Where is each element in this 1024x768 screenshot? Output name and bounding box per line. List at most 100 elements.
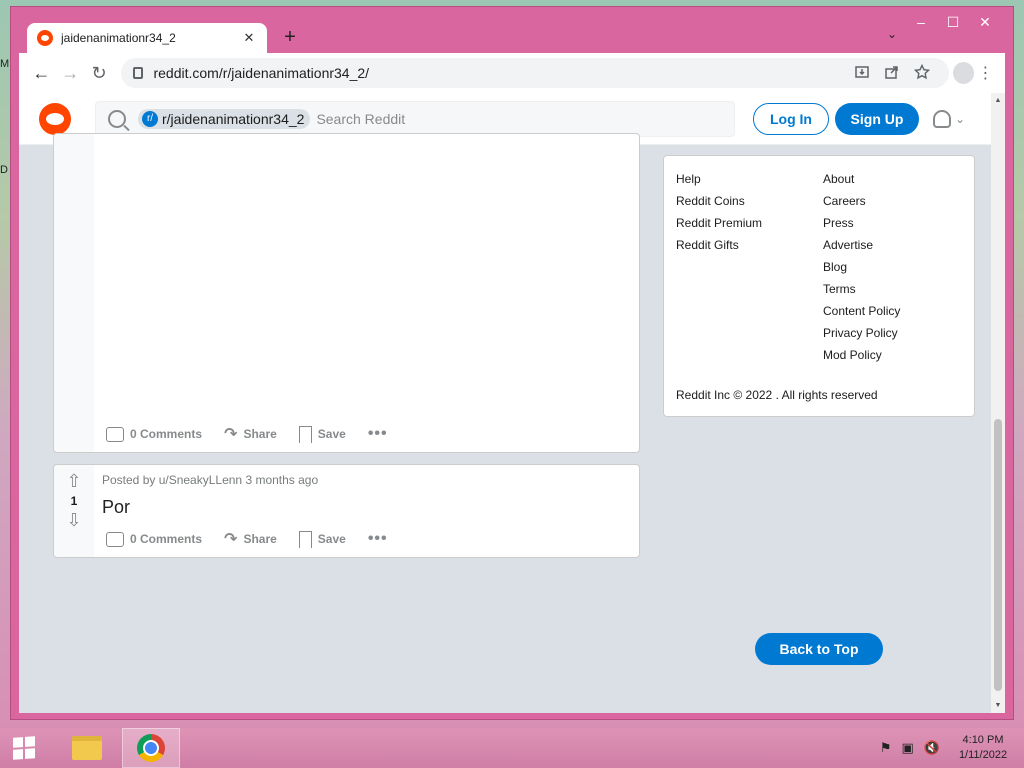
footer-link[interactable]: Reddit Gifts	[676, 234, 762, 256]
footer-link[interactable]: Reddit Coins	[676, 190, 762, 212]
reload-button[interactable]: ↻	[85, 58, 114, 88]
bookmark-icon	[298, 530, 312, 548]
start-button[interactable]	[0, 728, 48, 768]
desktop-icon-label: M	[0, 58, 10, 70]
url-text[interactable]: reddit.com/r/jaidenanimationr34_2/	[153, 65, 846, 81]
clock[interactable]: 4:10 PM 1/11/2022	[950, 733, 1016, 763]
save-button[interactable]: Save	[298, 425, 346, 443]
scroll-down-arrow-icon[interactable]: ▼	[991, 702, 1005, 709]
post-card[interactable]: 0 Comments ↷ Share Save •••	[53, 133, 640, 453]
profile-avatar[interactable]	[952, 62, 974, 84]
folder-icon	[72, 736, 102, 760]
footer-link[interactable]: Terms	[823, 278, 900, 300]
back-button[interactable]: ←	[27, 58, 56, 88]
reddit-logo[interactable]	[39, 102, 71, 135]
footer-link[interactable]: Blog	[823, 256, 900, 278]
bookmark-star-icon[interactable]	[907, 63, 937, 83]
share-button[interactable]: ↷ Share	[224, 424, 277, 444]
search-input[interactable]: Search Reddit	[316, 111, 405, 127]
subreddit-chip-label: r/jaidenanimationr34_2	[162, 110, 305, 127]
chrome-icon	[137, 734, 165, 762]
more-options-icon[interactable]: •••	[368, 425, 388, 443]
footer-link[interactable]: Privacy Policy	[823, 322, 900, 344]
back-to-top-button[interactable]: Back to Top	[755, 633, 883, 665]
new-tab-button[interactable]: +	[277, 25, 303, 51]
footer-col-left: Help Reddit Coins Reddit Premium Reddit …	[676, 168, 762, 256]
footer-link[interactable]: Mod Policy	[823, 344, 900, 366]
footer-col-right: About Careers Press Advertise Blog Terms…	[823, 168, 900, 366]
windows-logo-icon	[13, 736, 35, 760]
comments-button[interactable]: 0 Comments	[106, 531, 203, 547]
comment-icon	[106, 531, 124, 547]
network-icon[interactable]: ▣	[902, 740, 914, 756]
posted-by[interactable]: Posted by u/SneakyLLenn 3 months ago	[102, 473, 318, 487]
copyright-text: Reddit Inc © 2022 . All rights reserved	[676, 388, 878, 402]
comment-icon	[106, 426, 124, 442]
save-button[interactable]: Save	[298, 530, 346, 548]
minimize-button[interactable]: –	[905, 13, 937, 33]
comments-label: 0 Comments	[130, 532, 203, 546]
clock-time: 4:10 PM	[962, 734, 1004, 746]
scroll-up-arrow-icon[interactable]: ▲	[991, 97, 1005, 104]
action-center-flag-icon[interactable]: ⚑	[880, 740, 892, 756]
post-actions: 0 Comments ↷ Share Save •••	[106, 529, 388, 549]
subreddit-icon: r/	[142, 110, 158, 127]
login-button[interactable]: Log In	[753, 102, 829, 135]
vote-count: 1	[70, 494, 78, 508]
volume-muted-icon[interactable]: 🔇	[924, 740, 940, 756]
system-tray: ⚑ ▣ 🔇 4:10 PM 1/11/2022	[880, 733, 1024, 763]
footer-link[interactable]: Advertise	[823, 234, 900, 256]
footer-link[interactable]: Help	[676, 168, 762, 190]
chrome-taskbar-button[interactable]	[122, 728, 180, 768]
share-button[interactable]: ↷ Share	[224, 529, 277, 549]
subreddit-chip[interactable]: r/ r/jaidenanimationr34_2	[138, 108, 311, 129]
scroll-thumb[interactable]	[994, 419, 1002, 691]
post-title[interactable]: Por	[102, 497, 130, 518]
share-label: Share	[243, 532, 277, 546]
tab-search-button[interactable]: ⌄	[887, 27, 897, 41]
footer-links-card: Help Reddit Coins Reddit Premium Reddit …	[663, 155, 975, 417]
save-label: Save	[317, 427, 346, 441]
post-actions: 0 Comments ↷ Share Save •••	[106, 424, 388, 444]
search-bar[interactable]: r/ r/jaidenanimationr34_2 Search Reddit	[95, 100, 735, 137]
browser-menu-button[interactable]: ⋮	[974, 63, 997, 83]
clock-date: 1/11/2022	[958, 749, 1008, 761]
comments-button[interactable]: 0 Comments	[106, 426, 203, 442]
user-menu-button[interactable]: ⌄	[933, 109, 966, 128]
signup-button[interactable]: Sign Up	[835, 102, 919, 135]
install-icon[interactable]	[847, 64, 877, 83]
more-options-icon[interactable]: •••	[368, 530, 388, 548]
file-explorer-taskbar-button[interactable]	[58, 728, 116, 768]
share-page-icon[interactable]	[877, 64, 907, 83]
web-page: r/ r/jaidenanimationr34_2 Search Reddit …	[19, 93, 1005, 713]
bookmark-icon	[298, 425, 312, 443]
tab-close-icon[interactable]: ✕	[241, 30, 257, 46]
footer-link[interactable]: About	[823, 168, 900, 190]
browser-window: – ☐ ✕ jaidenanimationr34_2 ✕ + ⌄ ← → ↻ r…	[10, 6, 1014, 720]
lock-icon	[133, 67, 144, 79]
downvote-icon[interactable]: ⇩	[54, 510, 94, 531]
maximize-button[interactable]: ☐	[937, 13, 969, 33]
search-icon	[108, 109, 126, 128]
tab-title: jaidenanimationr34_2	[61, 31, 176, 45]
footer-link[interactable]: Content Policy	[823, 300, 900, 322]
desktop-icon-label: D	[0, 164, 8, 176]
save-label: Save	[317, 532, 346, 546]
window-controls: – ☐ ✕	[905, 13, 1001, 33]
reddit-favicon-icon	[37, 30, 53, 46]
footer-link[interactable]: Press	[823, 212, 900, 234]
footer-link[interactable]: Careers	[823, 190, 900, 212]
footer-link[interactable]: Reddit Premium	[676, 212, 762, 234]
user-icon	[933, 109, 951, 128]
page-scrollbar[interactable]: ▲ ▼	[991, 93, 1005, 713]
upvote-icon[interactable]: ⇧	[54, 471, 94, 492]
share-icon: ↷	[224, 426, 238, 443]
post-card[interactable]: ⇧ 1 ⇩ Posted by u/SneakyLLenn 3 months a…	[53, 464, 640, 558]
browser-tab[interactable]: jaidenanimationr34_2 ✕	[27, 23, 267, 53]
forward-button[interactable]: →	[56, 58, 85, 88]
browser-toolbar: ← → ↻ reddit.com/r/jaidenanimationr34_2/…	[19, 53, 1005, 93]
address-bar[interactable]: reddit.com/r/jaidenanimationr34_2/	[121, 58, 949, 88]
close-window-button[interactable]: ✕	[969, 13, 1001, 33]
chevron-down-icon: ⌄	[955, 111, 966, 126]
comments-label: 0 Comments	[130, 427, 203, 441]
